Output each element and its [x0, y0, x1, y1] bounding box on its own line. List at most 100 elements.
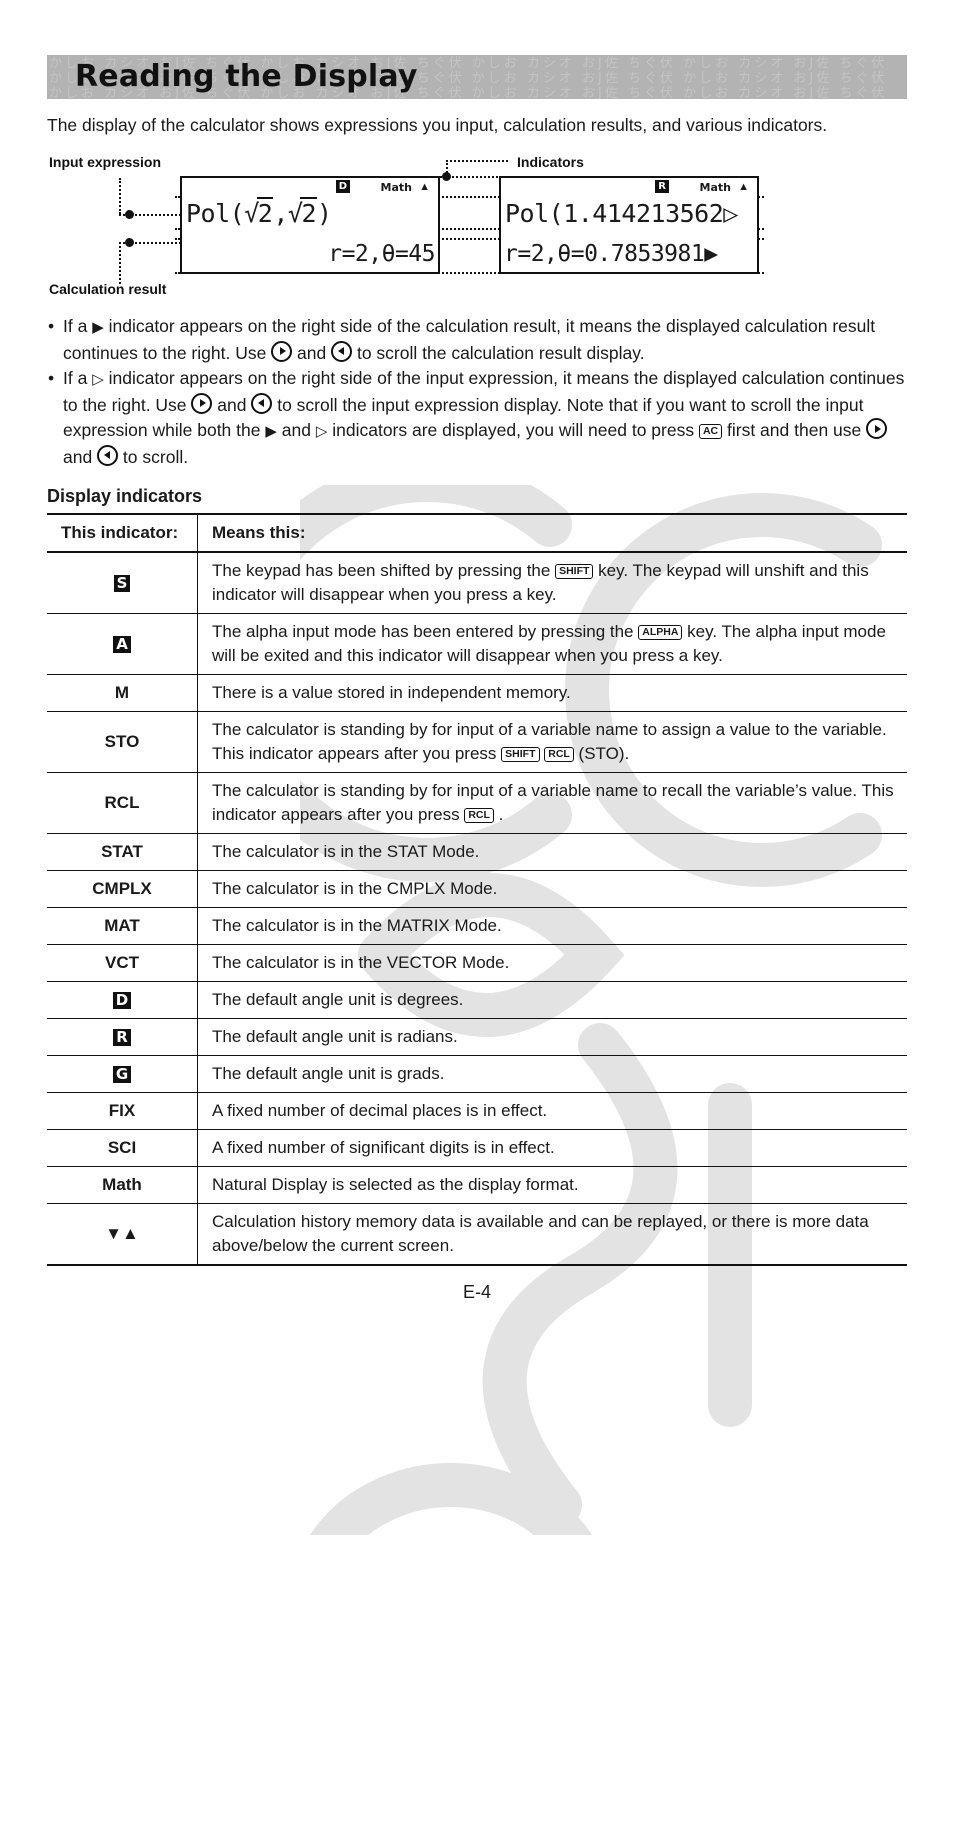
text-run: and [292, 342, 332, 363]
scroll-right-hollow-icon: ▷ [723, 199, 738, 228]
table-row: A The alpha input mode has been entered b… [47, 613, 907, 675]
callout-line-result-vertical [119, 242, 121, 284]
callout-line-input-vertical [119, 178, 121, 214]
lcd-right-result: r=2,θ=0.7853981▶ [501, 239, 757, 269]
meaning-cell: The keypad has been shifted by pressing … [197, 552, 907, 614]
indicator-cell: D [47, 981, 198, 1019]
text-run: The default angle unit is radians. [212, 1027, 458, 1046]
text-run: The calculator is in the CMPLX Mode. [212, 879, 498, 898]
meaning-cell: Natural Display is selected as the displ… [197, 1166, 907, 1204]
indicator-label: M [47, 674, 198, 712]
table-row: STO The calculator is standing by for inp… [47, 711, 907, 773]
indicator-label: STAT [47, 833, 198, 871]
table-row: ▼▲ Calculation history memory data is ava… [47, 1203, 907, 1266]
key-shift-icon: SHIFT [501, 747, 540, 762]
key-ac-icon: AC [698, 424, 723, 439]
expression-prefix: Pol( [186, 199, 245, 228]
radicand-2: 2 [300, 197, 318, 228]
indicator-label: SCI [47, 1129, 198, 1167]
math-indicator-label: Math [699, 181, 731, 194]
text-run: A fixed number of decimal places is in e… [212, 1101, 548, 1120]
indicator-s-icon: S [113, 575, 131, 592]
hollow-right-triangle-icon: ▷ [315, 423, 328, 440]
text-run: Natural Display is selected as the displ… [212, 1175, 579, 1194]
scroll-indicator-notes: If a ▶ indicator appears on the right si… [47, 314, 907, 470]
result-text: r=2,θ=0.7853981 [504, 241, 705, 267]
table-row: RCL The calculator is standing by for inp… [47, 772, 907, 834]
key-rcl-icon: RCL [544, 747, 574, 762]
cursor-left-key-icon [331, 340, 353, 362]
sqrt-icon-1: √2 [244, 197, 274, 228]
key-shift-icon: SHIFT [555, 564, 594, 579]
lcd-right: R Math ▲ Pol(1.414213562▷ r=2,θ=0.785398… [499, 176, 759, 274]
table-row: S The keypad has been shifted by pressing… [47, 552, 907, 614]
cursor-right-key-icon [191, 392, 213, 414]
meaning-cell: The default angle unit is radians. [197, 1018, 907, 1056]
text-run: first and then use [722, 420, 867, 440]
intro-paragraph: The display of the calculator shows expr… [47, 115, 828, 135]
indicator-cell: G [47, 1055, 198, 1093]
text-run: If a [63, 368, 93, 388]
solid-right-triangle-icon: ▶ [265, 423, 277, 440]
lcd-left-expression: Pol(√2,√2) [182, 197, 438, 230]
expression-text: Pol(1.414213562 [505, 199, 724, 228]
indicator-label: MAT [47, 907, 198, 945]
table-header-row: This indicator: Means this: [47, 513, 907, 553]
table-row: SCI A fixed number of significant digits … [47, 1129, 907, 1167]
table-row: VCT The calculator is in the VECTOR Mode. [47, 944, 907, 982]
indicator-label: RCL [47, 772, 198, 834]
display-figure: Input expression Indicators Calculation … [47, 154, 907, 304]
text-run: The default angle unit is grads. [212, 1064, 445, 1083]
solid-right-triangle-icon: ▶ [92, 319, 104, 336]
meaning-cell: The calculator is standing by for input … [197, 711, 907, 773]
indicator-label: Math [47, 1166, 198, 1204]
table-row: D The default angle unit is degrees. [47, 981, 907, 1019]
meaning-cell: The calculator is standing by for input … [197, 772, 907, 834]
indicator-cell: R [47, 1018, 198, 1056]
display-indicators-table: This indicator: Means this: S The keypad … [47, 513, 907, 1266]
text-run: The calculator is standing by for input … [212, 781, 894, 824]
cursor-left-key-icon [251, 392, 273, 414]
cursor-right-key-icon [271, 340, 293, 362]
table-row: Math Natural Display is selected as the d… [47, 1166, 907, 1204]
text-run: The keypad has been shifted by pressing … [212, 561, 556, 580]
up-arrow-icon: ▲ [738, 181, 749, 193]
hollow-right-triangle-icon: ▷ [92, 371, 104, 388]
text-run: and [212, 394, 252, 415]
column-header-meaning: Means this: [197, 513, 907, 553]
text-run: If a [63, 316, 93, 336]
text-run: There is a value stored in independent m… [212, 683, 571, 702]
table-row: M There is a value stored in independent … [47, 674, 907, 712]
meaning-cell: The calculator is in the STAT Mode. [197, 833, 907, 871]
expression-suffix: ) [317, 199, 332, 228]
text-run: The alpha input mode has been entered by… [212, 622, 639, 641]
callout-line-indicators-horizontal [446, 160, 508, 162]
figure-label-indicators: Indicators [517, 154, 584, 170]
lcd-right-expression: Pol(1.414213562▷ [501, 198, 757, 230]
indicator-d-icon: D [112, 992, 132, 1009]
radicand-1: 2 [256, 197, 274, 228]
lcd-left-result: r=2,θ=45 [328, 241, 435, 267]
key-rcl-icon: RCL [464, 808, 494, 823]
table-row: MAT The calculator is in the MATRIX Mode. [47, 907, 907, 945]
meaning-cell: A fixed number of decimal places is in e… [197, 1092, 907, 1130]
indicator-r-icon: R [113, 1029, 131, 1046]
scroll-right-solid-icon: ▶ [704, 241, 718, 267]
column-header-indicator: This indicator: [47, 513, 198, 553]
expression-separator: , [273, 199, 288, 228]
cursor-right-key-icon [866, 418, 888, 439]
table-row: STAT The calculator is in the STAT Mode. [47, 833, 907, 871]
lcd-right-status-bar: R Math ▲ [501, 178, 757, 198]
figure-label-calculation-result: Calculation result [49, 281, 167, 297]
text-run: The calculator is in the VECTOR Mode. [212, 953, 510, 972]
cursor-left-key-icon [97, 444, 119, 466]
indicator-label: VCT [47, 944, 198, 982]
meaning-cell: There is a value stored in independent m… [197, 674, 907, 712]
meaning-cell: Calculation history memory data is avail… [197, 1203, 907, 1266]
callout-dot-result [125, 238, 134, 247]
meaning-cell: The calculator is in the VECTOR Mode. [197, 944, 907, 982]
indicator-cell: S [47, 552, 198, 614]
page-title: Reading the Display [75, 58, 418, 94]
document-page: かしお カシオ おJ佐 ちぐ伏 かしお カシオ おJ佐 ちぐ伏 かしお カシオ … [0, 55, 954, 1303]
table-row: FIX A fixed number of decimal places is i… [47, 1092, 907, 1130]
